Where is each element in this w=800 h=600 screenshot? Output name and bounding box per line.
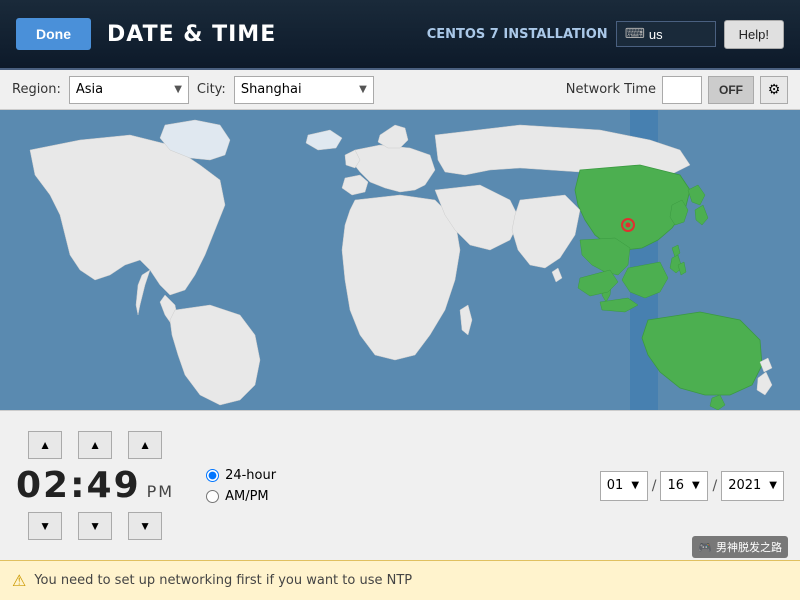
search-input[interactable]: [649, 27, 719, 42]
warning-text: You need to set up networking first if y…: [34, 573, 412, 588]
network-time-gear-button[interactable]: ⚙: [760, 76, 788, 104]
radio-ampm[interactable]: AM/PM: [206, 489, 276, 504]
time-colon: :: [70, 465, 86, 506]
network-time-toggle[interactable]: OFF: [708, 76, 754, 104]
day-arrow-icon: ▼: [692, 480, 700, 491]
page-title: DATE & TIME: [107, 22, 276, 47]
region-arrow-icon: ▼: [174, 84, 182, 95]
city-arrow-icon: ▼: [359, 84, 367, 95]
radio-24h[interactable]: 24-hour: [206, 468, 276, 483]
day-dropdown[interactable]: 16 ▼: [660, 471, 708, 501]
watermark-icon: 🎮: [698, 541, 712, 554]
world-map-svg: [0, 110, 800, 410]
time-up-row: ▲ ▲ ▲: [28, 431, 162, 459]
toolbar: Region: Asia ▼ City: Shanghai ▼ Network …: [0, 70, 800, 110]
region-label: Region:: [12, 82, 61, 97]
date-separator-2: /: [712, 478, 717, 494]
minutes-up-button[interactable]: ▲: [78, 431, 112, 459]
city-label: City:: [197, 82, 226, 97]
time-minutes: 49: [87, 465, 141, 506]
year-arrow-icon: ▼: [769, 480, 777, 491]
city-dropdown[interactable]: Shanghai ▼: [234, 76, 374, 104]
time-display: 02 : 49 PM: [16, 465, 174, 506]
header-left: Done DATE & TIME: [16, 18, 276, 50]
bottom-panel: ▲ ▲ ▲ 02 : 49 PM ▼ ▼ ▼ 24-hour AM/PM: [0, 410, 800, 560]
centos-label: CENTOS 7 INSTALLATION: [427, 27, 608, 42]
network-time-label: Network Time: [566, 82, 656, 97]
minutes-down-button[interactable]: ▼: [78, 512, 112, 540]
hours-up-button[interactable]: ▲: [28, 431, 62, 459]
done-button[interactable]: Done: [16, 18, 91, 50]
region-dropdown[interactable]: Asia ▼: [69, 76, 189, 104]
month-value: 01: [607, 478, 624, 493]
warning-icon: ⚠: [12, 571, 26, 590]
gear-icon: ⚙: [768, 82, 781, 98]
seconds-down-button[interactable]: ▼: [128, 512, 162, 540]
time-down-row: ▼ ▼ ▼: [28, 512, 162, 540]
month-arrow-icon: ▼: [631, 480, 639, 491]
header-right: CENTOS 7 INSTALLATION ⌨ Help!: [427, 20, 784, 49]
radio-24h-label: 24-hour: [225, 468, 276, 483]
time-ampm: PM: [147, 482, 174, 501]
time-controls: ▲ ▲ ▲ 02 : 49 PM ▼ ▼ ▼: [16, 431, 174, 540]
radio-ampm-input[interactable]: [206, 490, 219, 503]
radio-24h-input[interactable]: [206, 469, 219, 482]
date-controls: 01 ▼ / 16 ▼ / 2021 ▼: [600, 471, 784, 501]
search-box[interactable]: ⌨: [616, 21, 716, 47]
world-map-container[interactable]: [0, 110, 800, 410]
keyboard-icon: ⌨: [625, 26, 645, 42]
warning-bar: ⚠ You need to set up networking first if…: [0, 560, 800, 600]
time-hours: 02: [16, 465, 70, 506]
city-value: Shanghai: [241, 82, 302, 97]
network-time-input[interactable]: [662, 76, 702, 104]
watermark: 🎮 男神脱发之路: [692, 536, 788, 558]
date-separator-1: /: [652, 478, 657, 494]
radio-ampm-label: AM/PM: [225, 489, 269, 504]
time-format-group: 24-hour AM/PM: [206, 468, 276, 504]
watermark-text: 男神脱发之路: [716, 539, 782, 555]
year-dropdown[interactable]: 2021 ▼: [721, 471, 784, 501]
help-button[interactable]: Help!: [724, 20, 784, 49]
network-time-section: Network Time OFF ⚙: [566, 76, 788, 104]
year-value: 2021: [728, 478, 761, 493]
month-dropdown[interactable]: 01 ▼: [600, 471, 648, 501]
hours-down-button[interactable]: ▼: [28, 512, 62, 540]
day-value: 16: [667, 478, 684, 493]
region-value: Asia: [76, 82, 103, 97]
header: Done DATE & TIME CENTOS 7 INSTALLATION ⌨…: [0, 0, 800, 70]
seconds-up-button[interactable]: ▲: [128, 431, 162, 459]
